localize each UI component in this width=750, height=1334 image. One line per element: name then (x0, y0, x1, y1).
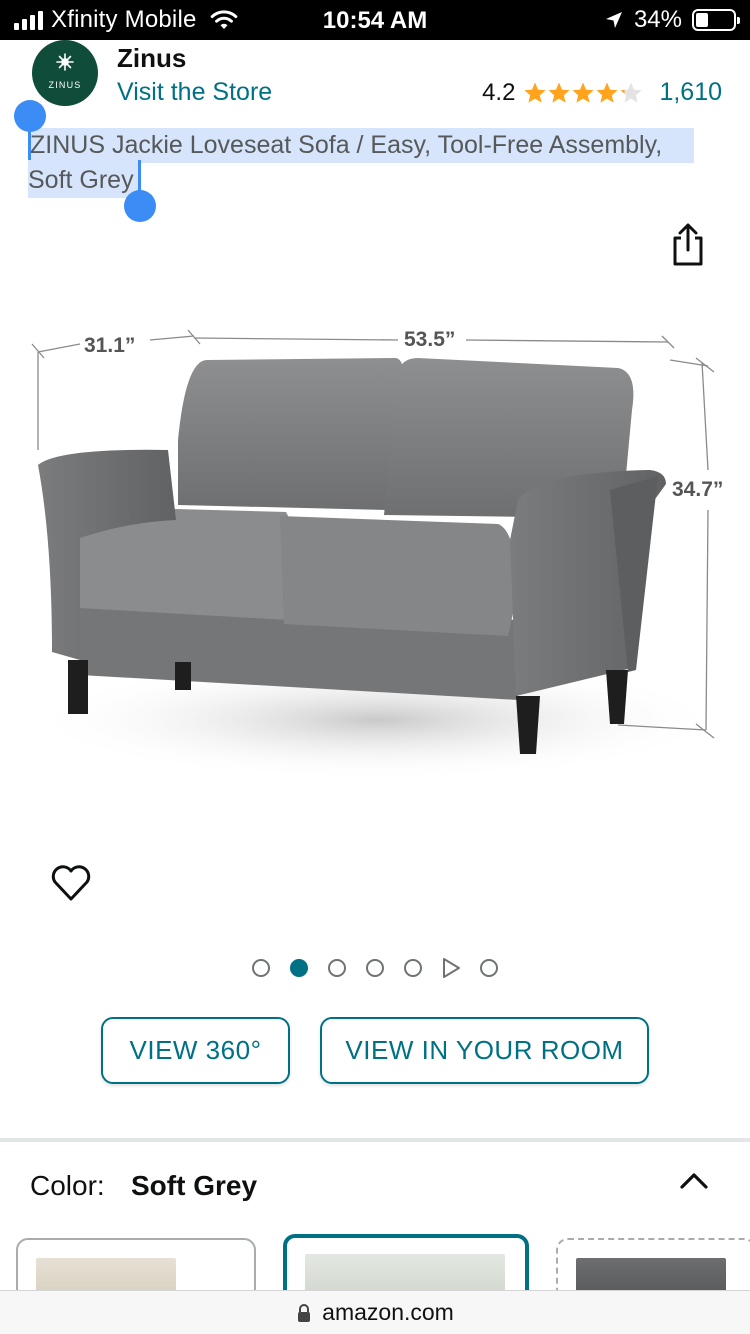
dimension-width-label: 53.5” (404, 328, 455, 351)
product-title-line-2: Soft Grey (28, 163, 138, 198)
battery-icon (692, 9, 740, 31)
color-label: Color: (30, 1170, 105, 1201)
product-title[interactable]: ZINUS Jackie Loveseat Sofa / Easy, Tool-… (28, 128, 722, 198)
star-icon-1 (524, 82, 547, 103)
battery-percentage: 34% (633, 6, 682, 33)
chevron-up-icon[interactable] (676, 1163, 712, 1199)
dimension-depth-label: 31.1” (84, 334, 135, 357)
status-right: 34% (604, 6, 740, 33)
selection-start-handle[interactable] (14, 100, 46, 132)
heart-icon[interactable] (48, 860, 94, 906)
store-logo-text: ZINUS (49, 80, 82, 90)
star-icon-4 (596, 82, 619, 103)
rating-count-link[interactable]: 1,610 (659, 78, 722, 107)
carousel-dot-4[interactable] (366, 959, 384, 977)
carousel-video-play-icon[interactable] (441, 957, 461, 979)
carousel-dot-5[interactable] (404, 959, 422, 977)
color-selected-value: Soft Grey (131, 1170, 258, 1201)
carousel-dot-1[interactable] (252, 959, 270, 977)
view-in-your-room-button[interactable]: VIEW IN YOUR ROOM (320, 1017, 649, 1084)
status-bar: Xfinity Mobile 10:54 AM 34% (0, 0, 750, 40)
visit-store-link[interactable]: Visit the Store (117, 78, 272, 107)
star-icon-5 (620, 82, 643, 103)
rating-value: 4.2 (482, 78, 516, 106)
carousel-dot-3[interactable] (328, 959, 346, 977)
carousel-indicator (0, 955, 750, 981)
product-image-sofa[interactable]: 31.1” 53.5” 34.7” (18, 300, 734, 800)
location-arrow-icon (605, 12, 622, 28)
product-title-line-1: ZINUS Jackie Loveseat Sofa / Easy, Tool-… (28, 128, 694, 163)
view-360-button[interactable]: VIEW 360° (101, 1017, 290, 1084)
store-logo[interactable]: ZINUS (30, 40, 100, 106)
carousel-dot-2[interactable] (290, 959, 308, 977)
rating-summary[interactable]: 4.2 1,610 (482, 78, 722, 107)
star-icon-2 (548, 82, 571, 103)
share-icon[interactable] (668, 222, 708, 268)
star-icon-3 (572, 82, 595, 103)
dimension-height-label: 34.7” (672, 478, 723, 501)
carousel-dot-7[interactable] (480, 959, 498, 977)
selection-end-handle[interactable] (124, 190, 156, 222)
store-name[interactable]: Zinus (117, 43, 186, 74)
lock-icon (298, 1303, 311, 1322)
section-divider (0, 1138, 750, 1142)
browser-url-bar[interactable]: amazon.com (0, 1290, 750, 1334)
star-rating (523, 81, 643, 105)
url-text: amazon.com (322, 1299, 454, 1325)
